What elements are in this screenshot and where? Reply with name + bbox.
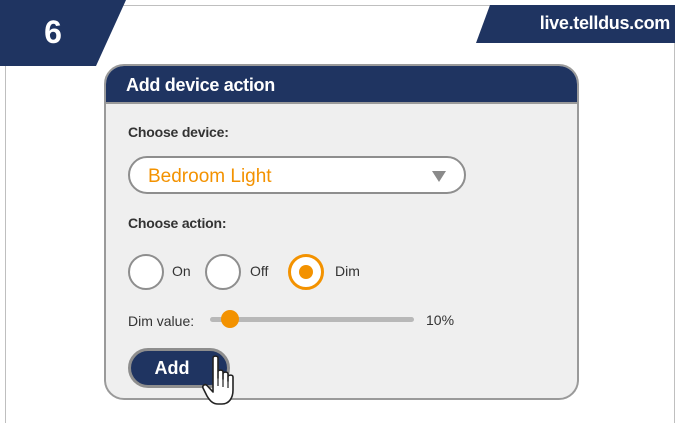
site-url: live.telldus.com	[539, 13, 671, 33]
add-device-action-dialog: Add device action Choose device: Bedroom…	[104, 64, 579, 400]
radio-on-label: On	[172, 263, 191, 279]
dialog-header: Add device action	[106, 66, 577, 104]
radio-on[interactable]	[128, 254, 164, 290]
radio-dim-dot	[299, 265, 313, 279]
choose-device-label: Choose device:	[128, 124, 229, 140]
choose-action-label: Choose action:	[128, 215, 227, 231]
radio-dim[interactable]	[288, 254, 324, 290]
dim-slider-thumb[interactable]	[221, 310, 240, 328]
radio-off[interactable]	[205, 254, 241, 290]
device-select[interactable]: Bedroom Light	[128, 156, 466, 194]
step-number: 6	[44, 14, 62, 50]
dim-value-text: 10%	[426, 312, 455, 328]
radio-off-label: Off	[250, 263, 269, 279]
dim-value-label: Dim value:	[128, 313, 195, 329]
radio-dim-label: Dim	[335, 263, 360, 279]
device-select-value: Bedroom Light	[148, 166, 272, 187]
dialog-title: Add device action	[126, 75, 275, 95]
select-caret-icon	[432, 171, 446, 182]
dim-slider-track[interactable]	[210, 317, 414, 322]
hand-pointer-cursor-icon	[202, 355, 234, 405]
